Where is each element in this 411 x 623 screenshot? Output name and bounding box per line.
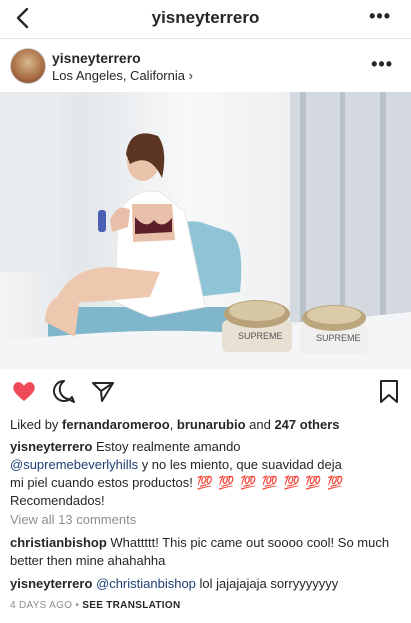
comment-mention[interactable]: @christianbishop (92, 576, 196, 591)
chevron-right-icon: › (188, 68, 193, 83)
caption-mention[interactable]: @supremebeverlyhills (10, 457, 138, 472)
comment-icon[interactable] (51, 378, 77, 404)
top-bar: yisneyterrero ••• (0, 0, 411, 39)
likes-line: Liked by fernandaromeroo, brunarubio and… (10, 417, 340, 432)
liker-1[interactable]: fernandaromeroo (62, 417, 170, 432)
page-title: yisneyterrero (151, 8, 260, 27)
post-header: yisneyterrero Los Angeles, California › … (0, 44, 411, 92)
hundred-emoji: 💯 💯 💯 💯 💯 💯 💯 (196, 475, 345, 490)
bookmark-icon[interactable] (376, 378, 402, 404)
post-photo[interactable]: SUPREME SUPREME (0, 92, 411, 369)
post-actions (0, 372, 411, 408)
view-all-comments[interactable]: View all 13 comments (10, 511, 402, 529)
comment-username[interactable]: yisneyterrero (10, 576, 92, 591)
photo-illustration: SUPREME SUPREME (0, 92, 411, 369)
share-icon[interactable] (90, 378, 116, 404)
jar-brand-left: SUPREME (238, 331, 283, 341)
likes-others[interactable]: 247 others (274, 417, 339, 432)
post-timestamp: 4 DAYS AGO (10, 600, 73, 611)
post-location[interactable]: Los Angeles, California › (52, 68, 193, 83)
more-options-icon[interactable]: ••• (369, 6, 391, 27)
liker-2[interactable]: brunarubio (177, 417, 246, 432)
caption: yisneyterrero Estoy realmente amando @su… (10, 439, 345, 508)
comment: christianbishop Whattttt! This pic came … (10, 535, 390, 568)
comment-username[interactable]: christianbishop (10, 535, 107, 550)
post-more-options-icon[interactable]: ••• (371, 54, 393, 75)
caption-username[interactable]: yisneyterrero (10, 439, 92, 454)
avatar[interactable] (10, 48, 46, 84)
heart-icon[interactable] (11, 378, 37, 404)
see-translation-link[interactable]: SEE TRANSLATION (82, 600, 180, 611)
comment: yisneyterrero @christianbishop lol jajaj… (10, 576, 339, 591)
post-footer: 4 DAYS AGO • SEE TRANSLATION (10, 600, 181, 611)
post-username[interactable]: yisneyterrero (52, 50, 141, 66)
jar-brand-right: SUPREME (316, 333, 361, 343)
